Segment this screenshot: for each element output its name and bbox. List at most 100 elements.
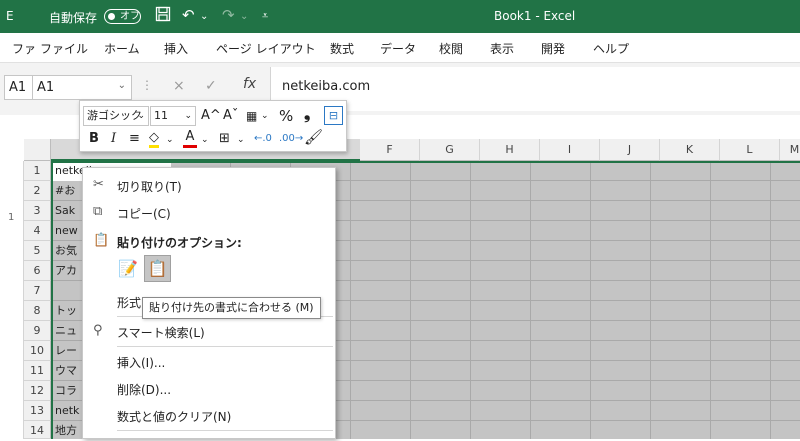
name-box-value: A1: [37, 80, 55, 95]
increase-font-icon[interactable]: A^: [201, 107, 221, 125]
chevron-down-icon[interactable]: ⌄: [201, 131, 209, 149]
tab-developer[interactable]: 開発: [541, 40, 565, 57]
row-header[interactable]: 14: [24, 421, 51, 439]
select-all-corner[interactable]: [24, 139, 51, 161]
bold-icon[interactable]: B: [89, 130, 99, 148]
font-name-box[interactable]: 游ゴシック ⌄: [83, 106, 149, 126]
percent-style-icon[interactable]: %: [279, 107, 293, 125]
row-header[interactable]: 1: [24, 161, 51, 181]
name-box-left[interactable]: A1: [4, 75, 32, 100]
autosave-toggle[interactable]: オフ: [104, 9, 141, 24]
clipboard-icon: 📋: [93, 233, 110, 248]
enter-icon[interactable]: ✓: [205, 78, 217, 94]
more-options-icon: ⋮: [141, 78, 153, 92]
redo-icon[interactable]: ↷: [222, 6, 235, 24]
menu-item-smart-lookup[interactable]: ⚲ スマート検索(L): [83, 319, 335, 343]
column-header-g[interactable]: G: [420, 139, 480, 161]
menu-item-label: 数式と値のクリア(N): [117, 410, 232, 424]
cell-a6[interactable]: アカ: [55, 261, 77, 281]
undo-dropdown-icon[interactable]: ⌄: [200, 11, 208, 22]
save-icon[interactable]: [155, 6, 171, 26]
formula-value: netkeiba.com: [282, 79, 371, 94]
column-header-j[interactable]: J: [600, 139, 660, 161]
tab-insert[interactable]: 挿入: [164, 40, 188, 57]
merge-center-icon[interactable]: ⊟: [324, 106, 343, 125]
cell-a5[interactable]: お気: [55, 241, 77, 261]
tab-help[interactable]: ヘルプ: [593, 40, 629, 57]
font-color-icon[interactable]: A: [183, 128, 197, 148]
cell-a10[interactable]: レー: [55, 341, 77, 361]
chevron-down-icon: ⌄: [184, 111, 192, 121]
comma-style-icon[interactable]: ❟: [304, 105, 310, 123]
row-header[interactable]: 13: [24, 401, 51, 421]
row-header[interactable]: 5: [24, 241, 51, 261]
column-header-k[interactable]: K: [660, 139, 720, 161]
tab-file[interactable]: ファイル: [40, 40, 88, 57]
redo-dropdown-icon[interactable]: ⌄: [240, 11, 248, 22]
paste-keep-source-icon[interactable]: 📝: [116, 257, 140, 281]
chevron-down-icon[interactable]: ⌄: [261, 107, 269, 125]
column-header-m[interactable]: M: [780, 139, 800, 161]
cell-a2[interactable]: #お: [55, 181, 75, 201]
row-header[interactable]: 11: [24, 361, 51, 381]
row-header[interactable]: 4: [24, 221, 51, 241]
row-header[interactable]: 8: [24, 301, 51, 321]
decrease-decimal-icon[interactable]: .00→: [279, 130, 303, 148]
paste-tooltip: 貼り付け先の書式に合わせる (M): [142, 297, 321, 319]
chevron-down-icon[interactable]: ⌄: [166, 131, 174, 149]
row-header[interactable]: 7: [24, 281, 51, 301]
borders-icon[interactable]: ⊞: [219, 130, 230, 148]
menu-item-insert[interactable]: 挿入(I)...: [83, 349, 335, 373]
tab-home[interactable]: ホーム: [104, 40, 140, 57]
row-header[interactable]: 3: [24, 201, 51, 221]
font-name-value: 游ゴシック: [87, 109, 142, 122]
chevron-down-icon[interactable]: ⌄: [118, 80, 126, 91]
row-header[interactable]: 9: [24, 321, 51, 341]
tab-formulas[interactable]: 数式: [330, 40, 354, 57]
number-format-icon[interactable]: ▦: [246, 107, 257, 125]
tab-data[interactable]: データ: [380, 40, 416, 57]
autosave-label: 自動保存: [49, 11, 98, 25]
menu-item-label: 挿入(I)...: [117, 356, 166, 370]
tab-file-partial[interactable]: ファ: [12, 40, 36, 57]
insert-function-icon[interactable]: fx: [243, 76, 256, 92]
paste-match-destination-icon[interactable]: 📋: [144, 255, 171, 282]
row-header[interactable]: 12: [24, 381, 51, 401]
row-header[interactable]: 2: [24, 181, 51, 201]
undo-icon[interactable]: ↶: [182, 6, 195, 24]
column-header-i[interactable]: I: [540, 139, 600, 161]
customize-icon[interactable]: ⩡: [262, 9, 268, 23]
row-header[interactable]: 10: [24, 341, 51, 361]
cell-a4[interactable]: new: [55, 221, 78, 241]
decrease-font-icon[interactable]: Aˇ: [223, 107, 238, 125]
column-header-h[interactable]: H: [480, 139, 540, 161]
cell-a9[interactable]: ニュ: [55, 321, 77, 341]
cell-a13[interactable]: netk: [55, 401, 79, 421]
italic-icon[interactable]: I: [111, 130, 116, 148]
cell-a11[interactable]: ウマ: [55, 361, 77, 381]
align-center-icon[interactable]: ≡: [129, 130, 140, 148]
row-header[interactable]: 6: [24, 261, 51, 281]
cell-a14[interactable]: 地方: [55, 421, 77, 441]
column-header-f[interactable]: F: [360, 139, 420, 161]
menu-item-clear-contents[interactable]: 数式と値のクリア(N): [83, 403, 335, 427]
search-icon: ⚲: [93, 323, 103, 338]
tab-page-layout[interactable]: ページ レイアウト: [216, 40, 316, 57]
cell-a12[interactable]: コラ: [55, 381, 77, 401]
menu-item-delete[interactable]: 削除(D)...: [83, 376, 335, 400]
cancel-icon[interactable]: ×: [173, 78, 185, 94]
cell-a8[interactable]: トッ: [55, 301, 77, 321]
menu-item-copy[interactable]: ⧉ コピー(C): [83, 200, 335, 224]
column-header-l[interactable]: L: [720, 139, 780, 161]
increase-decimal-icon[interactable]: ←.0: [254, 130, 272, 148]
tab-view[interactable]: 表示: [490, 40, 514, 57]
fill-color-icon[interactable]: ◇: [149, 129, 159, 148]
font-size-box[interactable]: 11 ⌄: [150, 106, 196, 126]
chevron-down-icon[interactable]: ⌄: [237, 131, 245, 149]
name-box[interactable]: A1 ⌄: [32, 75, 132, 100]
mini-toolbar: 游ゴシック ⌄ 11 ⌄ A^ Aˇ ▦ ⌄ % ❟ ⊟ B I ≡ ◇ ⌄ A…: [79, 100, 347, 152]
menu-item-cut[interactable]: ✂ 切り取り(T): [83, 173, 335, 197]
format-painter-icon[interactable]: 🖌: [304, 128, 323, 146]
cell-a3[interactable]: Sak: [55, 201, 75, 221]
tab-review[interactable]: 校閲: [439, 40, 463, 57]
